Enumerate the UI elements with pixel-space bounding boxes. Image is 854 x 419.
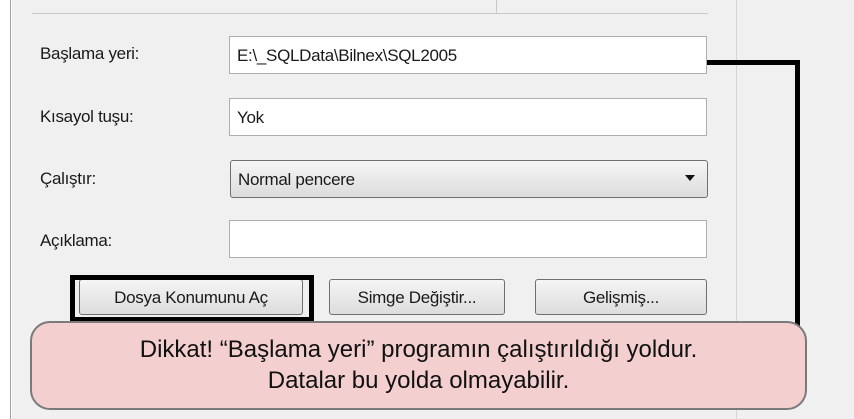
run-dropdown-value: Normal pencere (238, 170, 355, 189)
chevron-down-icon[interactable] (685, 175, 695, 181)
shortcut-properties-panel: Başlama yeri: E:\_SQLData\Bilnex\SQL2005… (0, 0, 854, 419)
shortcut-key-field[interactable]: Yok (229, 98, 707, 136)
callout-connector-vertical (795, 60, 800, 330)
separator-line (32, 13, 708, 14)
warning-callout: Dikkat! “Başlama yeri” programın çalıştı… (30, 321, 807, 410)
window-border (10, 0, 11, 419)
comment-field[interactable] (229, 220, 707, 258)
change-icon-button[interactable]: Simge Değiştir... (329, 279, 505, 315)
separator-tick (496, 0, 497, 14)
run-label: Çalıştır: (40, 169, 96, 188)
advanced-button[interactable]: Gelişmiş... (535, 279, 707, 315)
comment-label: Açıklama: (40, 231, 112, 250)
callout-line-1: Dikkat! “Başlama yeri” programın çalıştı… (139, 336, 698, 363)
highlight-box (70, 275, 314, 322)
callout-connector-horizontal (707, 60, 800, 65)
run-dropdown[interactable]: Normal pencere (230, 160, 708, 198)
start-in-label: Başlama yeri: (40, 44, 140, 63)
callout-line-2: Datalar bu yolda olmayabilir. (267, 367, 570, 394)
start-in-field[interactable]: E:\_SQLData\Bilnex\SQL2005 (229, 36, 707, 74)
shortcut-key-label: Kısayol tuşu: (40, 107, 134, 126)
